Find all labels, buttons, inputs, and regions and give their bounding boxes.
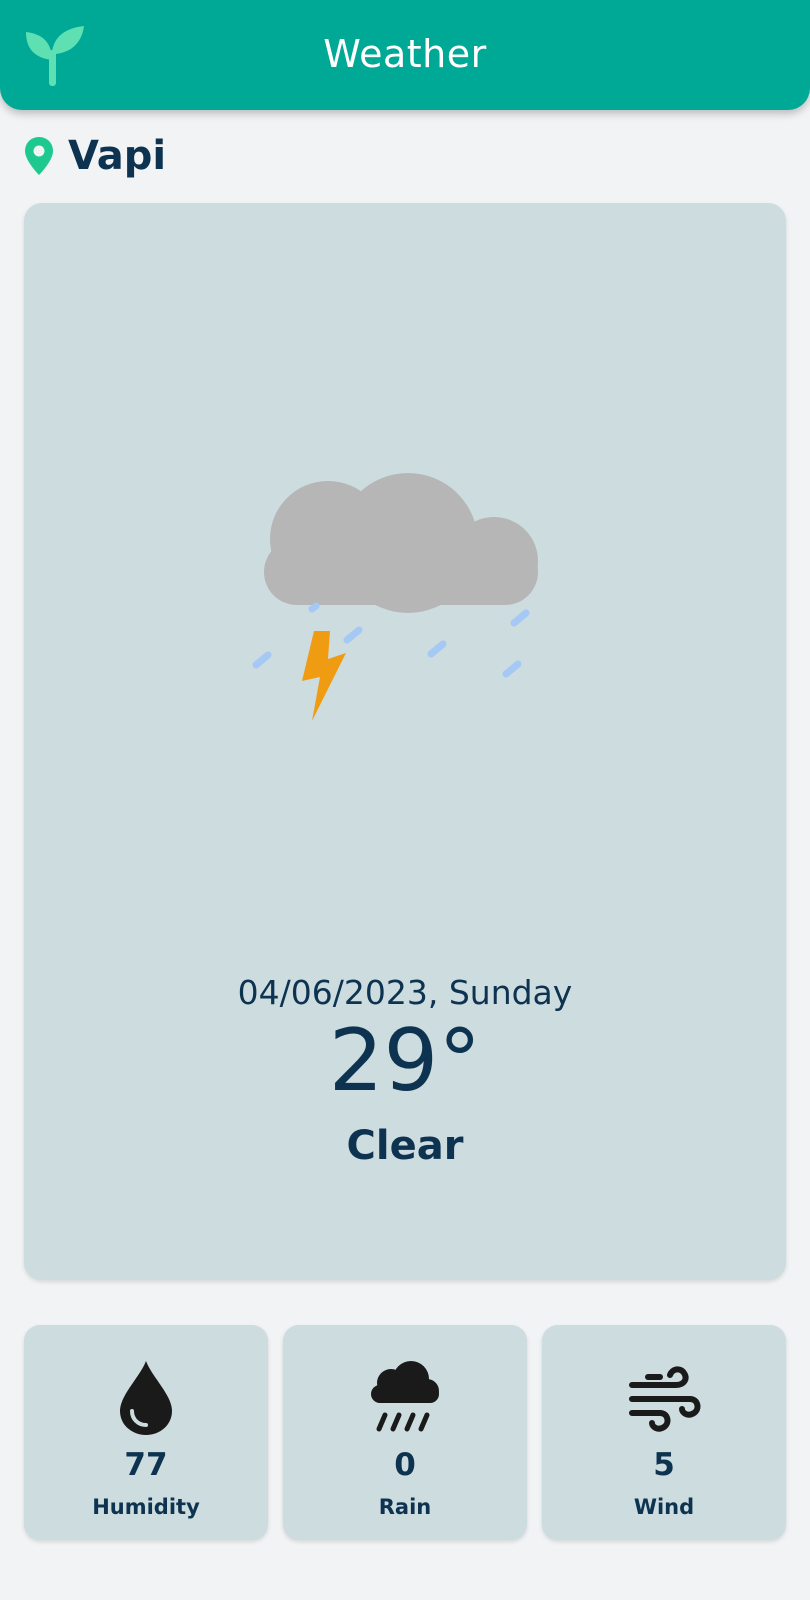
humidity-value: 77: [124, 1447, 168, 1483]
wind-value: 5: [653, 1447, 675, 1483]
humidity-card: 77 Humidity: [24, 1325, 268, 1540]
city-name: Vapi: [68, 133, 167, 179]
app-bar: Weather: [0, 0, 810, 110]
app-title: Weather: [323, 32, 487, 76]
rain-card: 0 Rain: [283, 1325, 527, 1540]
location-row: Vapi: [24, 130, 166, 182]
weather-condition: Clear: [346, 1123, 464, 1169]
temperature: 29°: [328, 1011, 482, 1111]
wind-card: 5 Wind: [542, 1325, 786, 1540]
thunderstorm-rain-icon: [252, 473, 538, 721]
rain-label: Rain: [378, 1495, 432, 1519]
location-pin-icon: [25, 137, 53, 175]
rain-value: 0: [394, 1447, 416, 1483]
humidity-label: Humidity: [92, 1495, 200, 1519]
forecast-date: 04/06/2023, Sunday: [237, 973, 573, 1012]
wind-icon: [629, 1366, 701, 1432]
current-weather-card: 04/06/2023, Sunday 29° Clear: [24, 203, 786, 1280]
wind-label: Wind: [633, 1495, 695, 1519]
water-drop-icon: [120, 1361, 172, 1435]
rain-cloud-icon: [371, 1361, 439, 1432]
